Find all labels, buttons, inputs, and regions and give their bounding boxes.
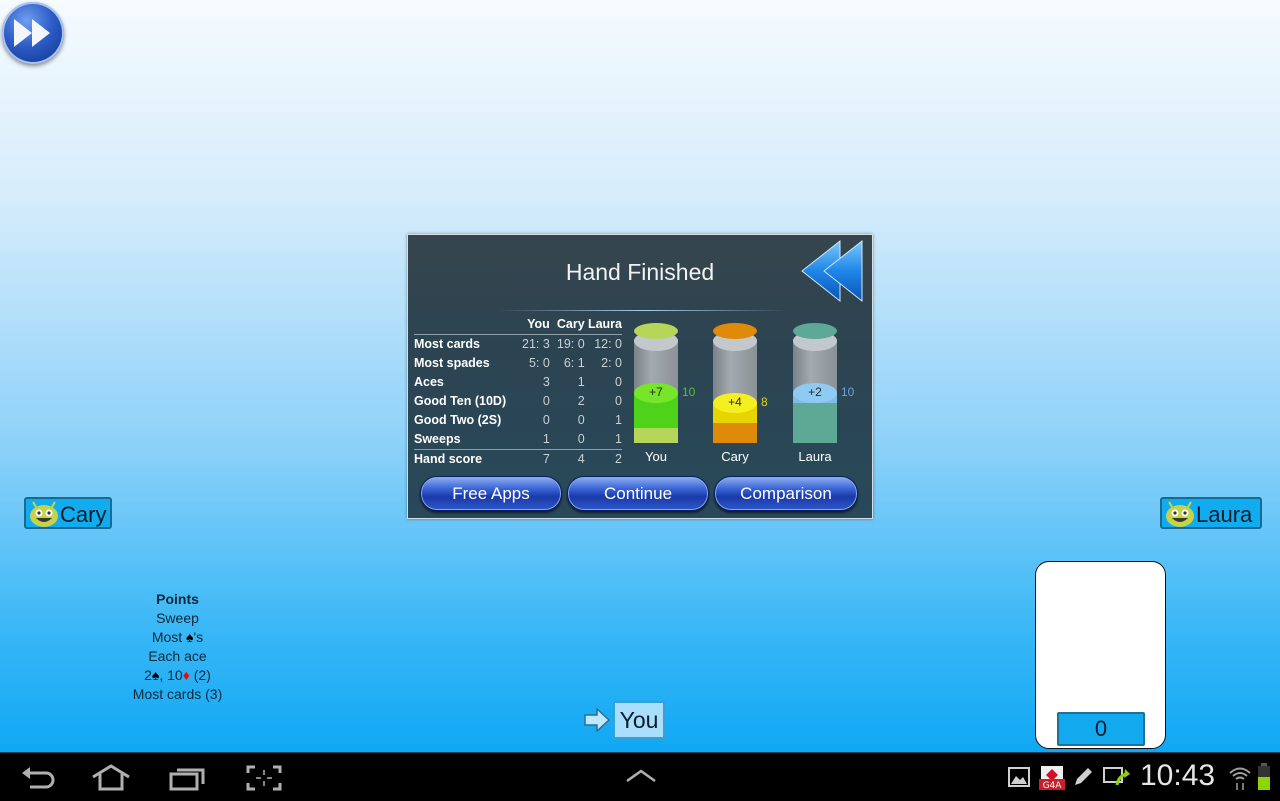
battery-icon <box>1258 763 1270 790</box>
score-delta: +7 <box>649 385 663 400</box>
diamond-icon: ♦ <box>182 667 190 683</box>
player-cary: Cary <box>24 497 112 529</box>
previous-score-segment <box>634 428 678 443</box>
turn-arrow-icon <box>584 708 610 732</box>
table-row: Most cards 21: 3 19: 0 12: 0 <box>414 337 622 351</box>
running-total: 10 <box>682 385 696 400</box>
points-good-cards: 2♠, 10♦ (2) <box>144 667 211 683</box>
total-row: Hand score 7 4 2 <box>414 449 622 469</box>
captured-pile[interactable]: 0 <box>1035 561 1166 749</box>
player-name: Cary <box>60 502 107 527</box>
points-legend: Points Sweep Most ♠'s Each ace 2♠, 10♦ (… <box>100 590 255 704</box>
android-avatar-icon <box>1166 501 1194 527</box>
points-most-cards: Most cards (3) <box>132 686 223 702</box>
table-row: Good Two (2S) 0 0 1 <box>414 413 622 427</box>
g4a-app-icon: G4A <box>1039 766 1065 791</box>
screenshot-icon[interactable] <box>246 765 282 791</box>
table-row: Good Ten (10D) 0 2 0 <box>414 394 622 408</box>
table-row: Aces 3 1 0 <box>414 375 622 389</box>
player-name: Laura <box>1196 502 1253 527</box>
rewind-icon <box>801 239 863 303</box>
cylinder-player-name: Cary <box>721 449 749 464</box>
recent-apps-icon[interactable] <box>168 765 206 791</box>
cylinder-base <box>713 323 757 339</box>
col-you: You <box>514 315 550 335</box>
col-cary: Cary <box>549 315 585 335</box>
score-table: You Cary Laura Most cards 21: 3 19: 0 12… <box>414 315 622 469</box>
svg-text:G4A: G4A <box>1043 781 1063 791</box>
fast-forward-button[interactable] <box>2 2 64 64</box>
player-you: You <box>613 701 665 739</box>
previous-score-segment <box>793 403 837 443</box>
pencil-icon <box>1075 768 1092 785</box>
hand-finished-dialog: Hand Finished You Cary Laura Most cards … <box>407 234 873 519</box>
pile-count: 0 <box>1057 712 1145 746</box>
points-each-ace: Each ace <box>148 648 207 664</box>
gallery-notification-icon <box>1008 767 1030 787</box>
cylinder-base <box>634 323 678 339</box>
col-laura: Laura <box>584 315 622 335</box>
score-delta: +4 <box>728 395 742 410</box>
previous-score-segment <box>713 423 757 443</box>
home-icon[interactable] <box>90 763 132 791</box>
continue-button[interactable]: Continue <box>567 476 709 511</box>
android-navigation-bar: G4A 10:43 <box>0 752 1280 801</box>
score-delta: +2 <box>808 385 822 400</box>
cylinder-player-name: You <box>645 449 667 464</box>
running-total: 8 <box>761 395 768 410</box>
screen-mirror-icon <box>1103 767 1130 786</box>
title-divider <box>498 310 788 311</box>
clock: 10:43 <box>1140 759 1216 792</box>
table-row: Sweeps 1 0 1 <box>414 432 622 446</box>
comparison-button[interactable]: Comparison <box>714 476 858 511</box>
cylinder-base <box>793 323 837 339</box>
points-sweep: Sweep <box>156 610 199 626</box>
android-avatar-icon <box>30 501 58 527</box>
chevron-up-icon[interactable] <box>625 769 657 783</box>
points-most-spades: Most ♠'s <box>151 629 204 645</box>
rewind-button[interactable] <box>800 237 870 305</box>
wifi-icon <box>1229 767 1251 790</box>
fast-forward-icon <box>14 19 50 47</box>
points-title: Points <box>156 591 199 607</box>
running-total: 10 <box>841 385 855 400</box>
table-row: Most spades 5: 0 6: 1 2: 0 <box>414 356 622 370</box>
player-laura: Laura <box>1160 497 1262 529</box>
back-icon[interactable] <box>20 765 56 791</box>
free-apps-button[interactable]: Free Apps <box>420 476 562 511</box>
cylinder-player-name: Laura <box>798 449 832 464</box>
